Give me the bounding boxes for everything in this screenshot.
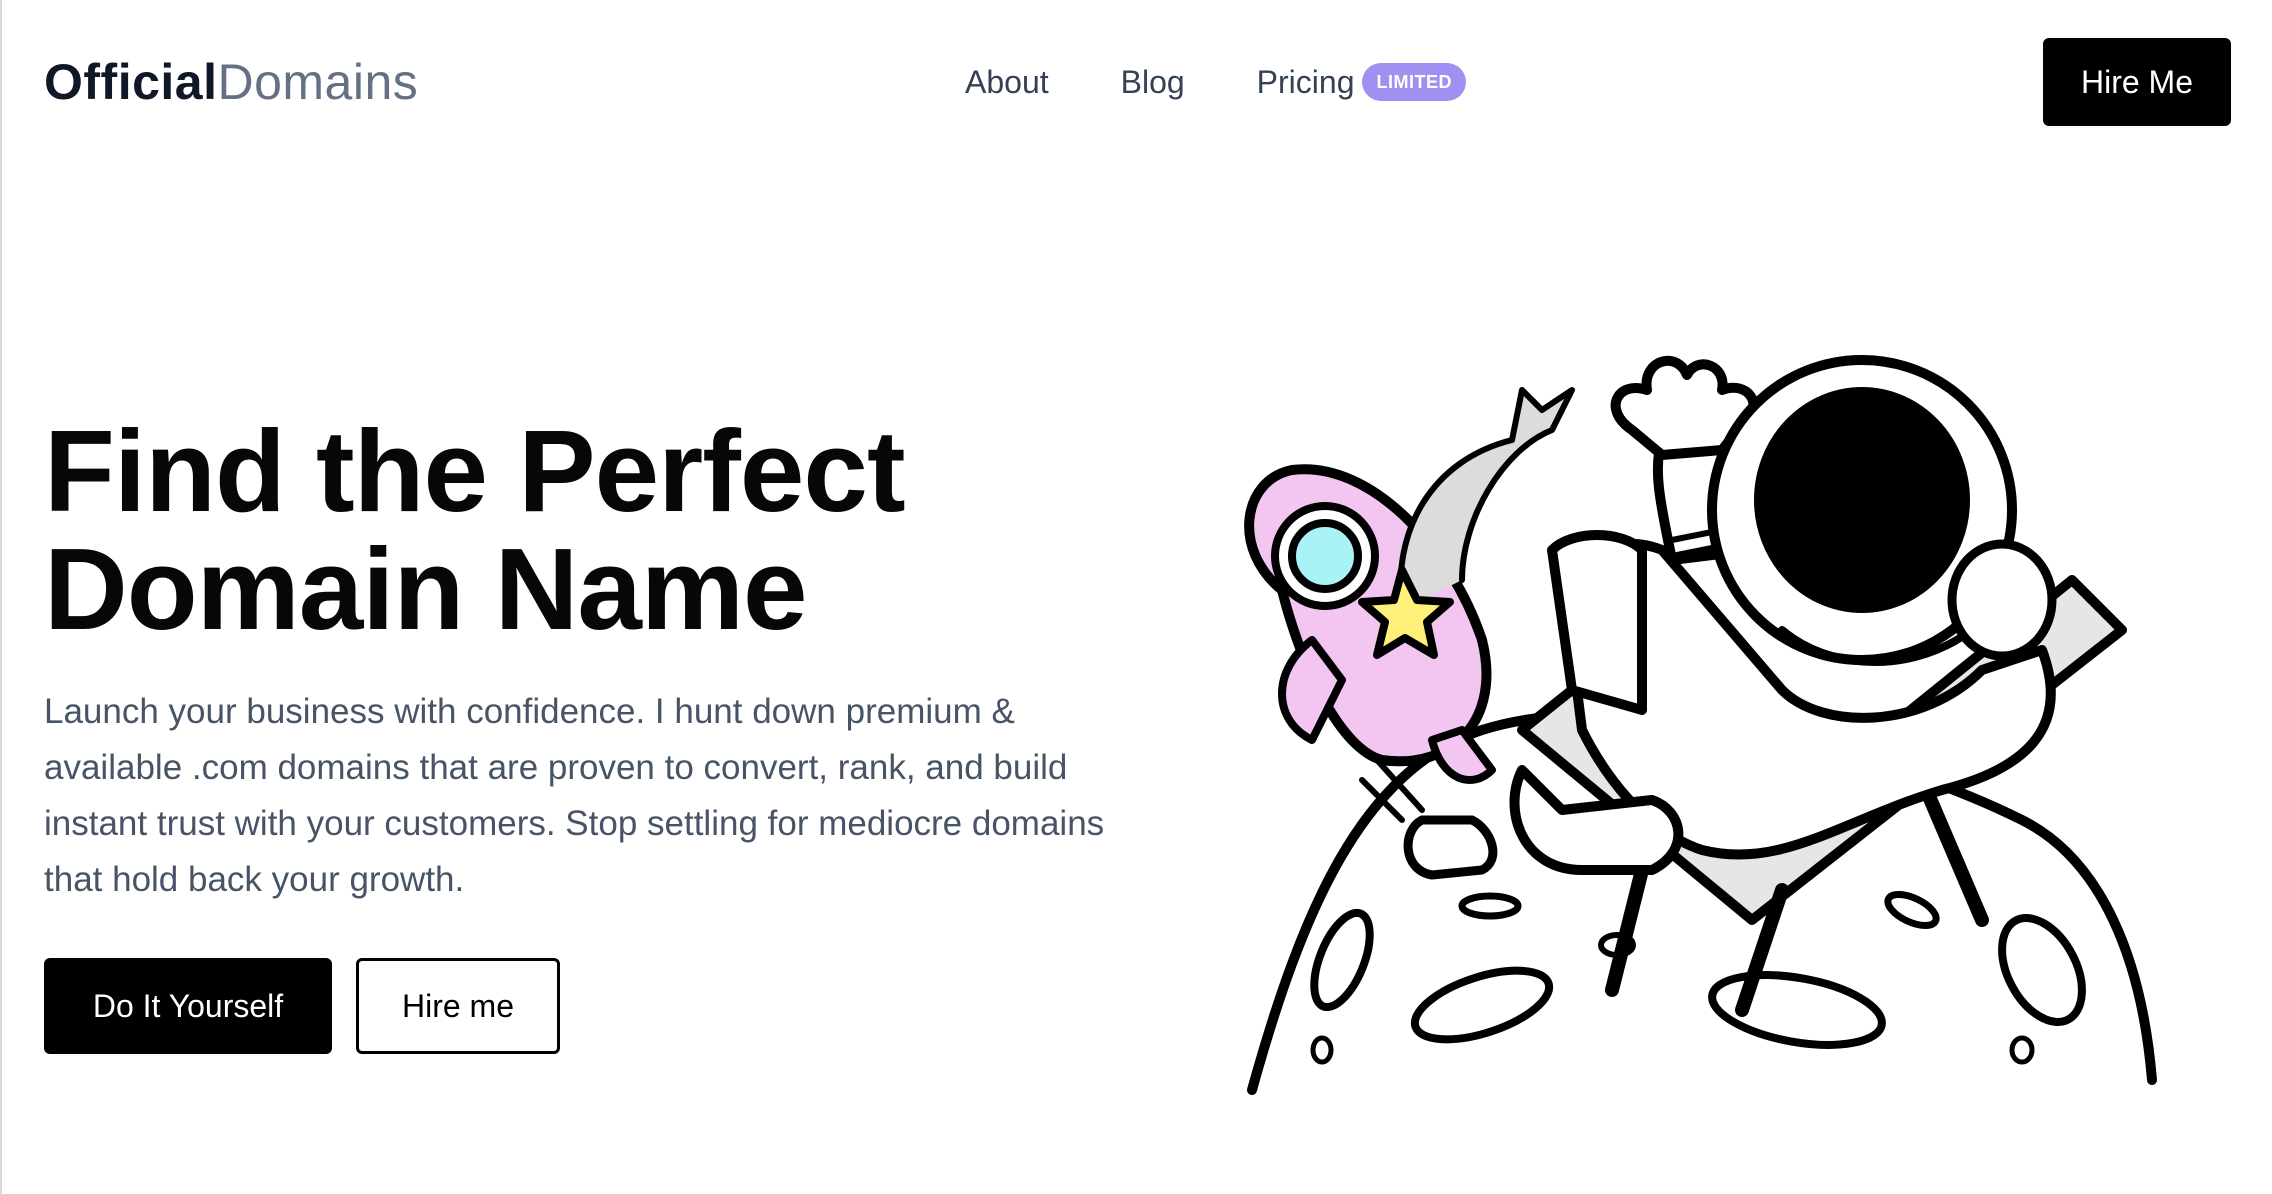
nav-blog-link[interactable]: Blog: [1121, 58, 1185, 106]
logo-bold-text: Official: [44, 54, 218, 110]
hire-me-hero-button[interactable]: Hire me: [356, 958, 560, 1054]
nav-pricing-link[interactable]: Pricing: [1257, 58, 1355, 106]
landing-page: OfficialDomains About Blog Pricing LIMIT…: [0, 0, 2272, 1194]
hero-description: Launch your business with confidence. I …: [44, 692, 1105, 899]
hero-title-line-2: Domain Name: [44, 524, 808, 654]
astronaut-on-moon-illustration: [1244, 355, 2157, 1095]
pricing-limited-badge: LIMITED: [1362, 63, 1466, 101]
nav-about-link[interactable]: About: [965, 58, 1049, 106]
hire-me-header-button[interactable]: Hire Me: [2043, 38, 2231, 126]
do-it-yourself-button[interactable]: Do It Yourself: [44, 958, 332, 1054]
main-nav: About Blog Pricing LIMITED: [965, 58, 1466, 106]
logo[interactable]: OfficialDomains: [44, 52, 418, 112]
hero-title-line-1: Find the Perfect: [44, 406, 906, 536]
hero-title: Find the Perfect Domain Name: [44, 412, 906, 648]
logo-light-text: Domains: [217, 54, 419, 110]
